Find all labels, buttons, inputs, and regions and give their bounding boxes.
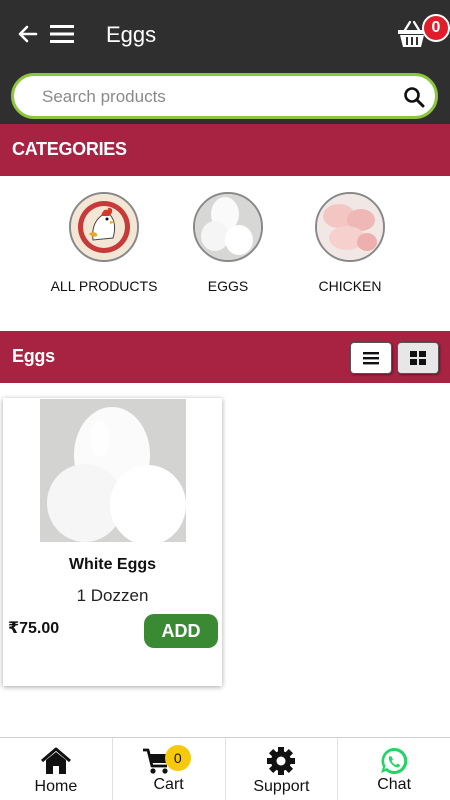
- whatsapp-icon: [381, 747, 408, 774]
- search-bar-container: [0, 70, 450, 124]
- products-heading: Eggs: [12, 346, 55, 366]
- header-cart-badge: 0: [422, 14, 450, 42]
- home-icon: [40, 747, 71, 774]
- eggs-image: [195, 194, 261, 260]
- gear-icon: [267, 747, 296, 775]
- category-eggs[interactable]: EGGS: [168, 192, 288, 294]
- product-price: ₹75.00: [8, 620, 60, 637]
- product-quantity: 1 Dozzen: [76, 586, 149, 605]
- grid-view-icon: [410, 351, 426, 365]
- list-view-button[interactable]: [350, 342, 392, 374]
- chicken-meat-image: [317, 194, 383, 260]
- search-icon[interactable]: [403, 86, 425, 108]
- nav-support[interactable]: Support: [226, 738, 339, 800]
- category-chicken[interactable]: CHICKEN: [290, 192, 410, 294]
- search-box: [11, 73, 438, 119]
- grid-view-button[interactable]: [397, 342, 439, 374]
- category-image: [69, 192, 139, 262]
- cart-count-badge: 0: [164, 745, 191, 771]
- categories-heading: CATEGORIES: [12, 139, 127, 159]
- product-name: White Eggs: [68, 556, 157, 573]
- nav-cart[interactable]: 0 Cart: [113, 738, 226, 800]
- arrow-left-icon: [18, 25, 38, 43]
- hamburger-menu-icon: [50, 25, 74, 43]
- product-image: [40, 399, 186, 542]
- category-label: ALL PRODUCTS: [50, 278, 158, 294]
- nav-label: Cart: [153, 776, 184, 793]
- categories-header: CATEGORIES: [0, 124, 450, 176]
- nav-label: Support: [253, 778, 310, 795]
- nav-label: Home: [34, 778, 78, 795]
- back-button[interactable]: [12, 18, 44, 50]
- category-all-products[interactable]: ALL PRODUCTS: [44, 192, 164, 294]
- rooster-logo-icon: [71, 194, 137, 260]
- menu-button[interactable]: [46, 18, 78, 50]
- category-image: [315, 192, 385, 262]
- add-to-cart-button[interactable]: ADD: [144, 614, 218, 648]
- category-image: [193, 192, 263, 262]
- nav-home[interactable]: Home: [0, 738, 113, 800]
- app-header: Eggs 0: [0, 0, 450, 70]
- eggs-product-image: [40, 399, 186, 542]
- nav-label: Chat: [377, 776, 412, 793]
- category-label: EGGS: [207, 278, 249, 294]
- page-title: Eggs: [106, 22, 157, 47]
- search-input[interactable]: [42, 85, 382, 109]
- bottom-navigation: Home 0 Cart Support Chat: [0, 737, 450, 800]
- category-label: CHICKEN: [318, 278, 382, 294]
- list-view-icon: [363, 352, 379, 365]
- product-card[interactable]: White Eggs 1 Dozzen ₹75.00 ADD: [3, 398, 222, 686]
- nav-chat[interactable]: Chat: [338, 738, 450, 800]
